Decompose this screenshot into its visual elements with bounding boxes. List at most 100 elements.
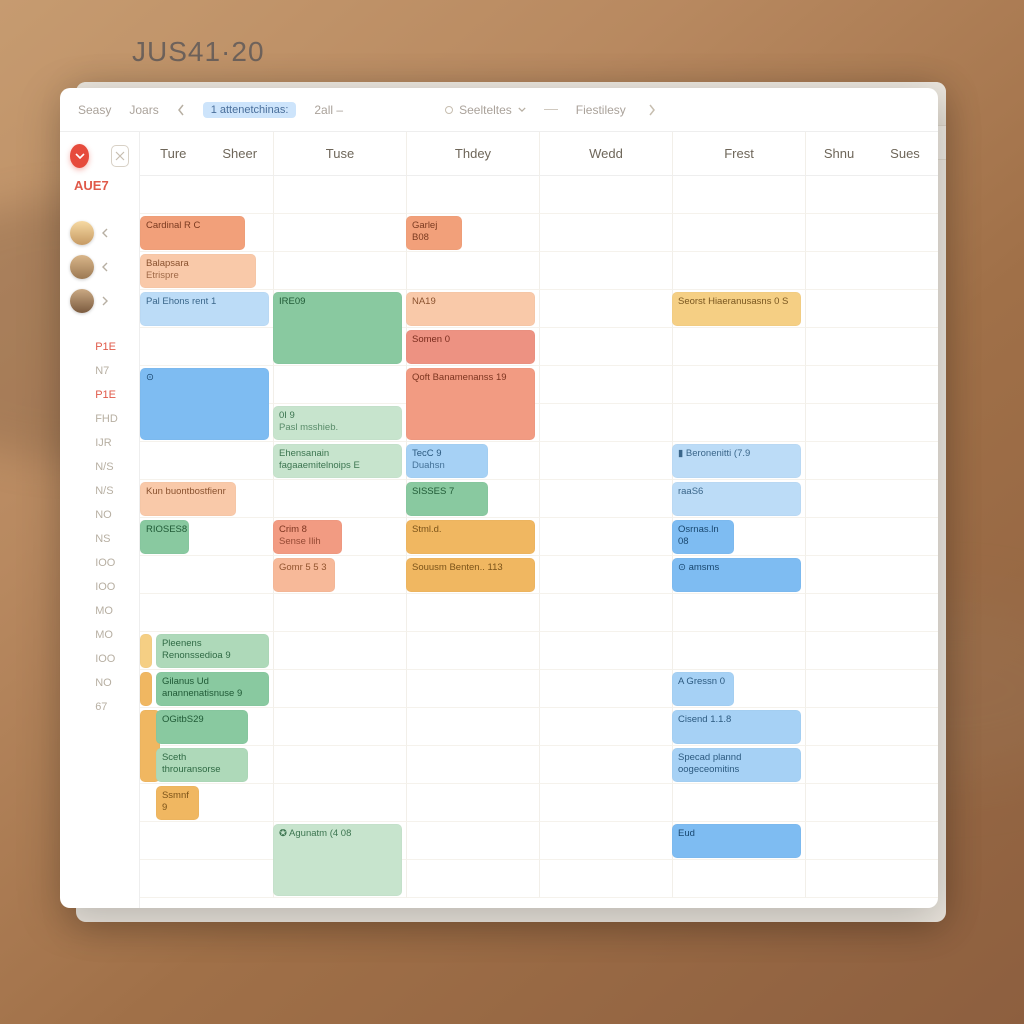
grid-cell[interactable] [805, 404, 938, 442]
grid-cell[interactable] [406, 822, 539, 860]
grid-cell[interactable] [672, 860, 805, 898]
calendar-event[interactable]: Gilanus Ud anannenatisnuse 9 [156, 672, 269, 706]
grid-cell[interactable] [672, 252, 805, 290]
grid-cell[interactable] [273, 708, 406, 746]
grid-cell[interactable] [805, 632, 938, 670]
calendar-event[interactable]: TecC 9Duahsn [406, 444, 488, 478]
grid-cell[interactable] [805, 290, 938, 328]
grid-cell[interactable] [406, 670, 539, 708]
grid-cell[interactable] [140, 860, 273, 898]
calendar-event[interactable]: Garlej B08 [406, 216, 462, 250]
calendar-event[interactable]: Osrnas.ln 08 [672, 520, 735, 554]
calendar-event[interactable]: raaS6 [672, 482, 801, 516]
grid-cell[interactable] [672, 176, 805, 214]
grid-cell[interactable] [539, 252, 672, 290]
grid-cell[interactable] [539, 176, 672, 214]
calendar-event[interactable]: SISSES 7 [406, 482, 488, 516]
tb-prev[interactable] [177, 104, 185, 116]
calendar-event[interactable]: Cisend 1.1.8 [672, 710, 801, 744]
calendar-event[interactable]: Gomr 5 5 3 [273, 558, 336, 592]
grid-cell[interactable] [273, 670, 406, 708]
grid-cell[interactable] [140, 556, 273, 594]
calendar-event[interactable]: ▮ Beronenitti (7.9 [672, 444, 801, 478]
grid-cell[interactable] [672, 366, 805, 404]
calendar-event[interactable]: 0I 9Pasl msshieb. [273, 406, 402, 440]
grid-cell[interactable] [539, 404, 672, 442]
grid-cell[interactable] [805, 176, 938, 214]
tb-seasy[interactable]: Seasy [78, 103, 111, 117]
grid-cell[interactable] [539, 366, 672, 404]
day-ture[interactable]: Ture [140, 146, 207, 161]
grid-cell[interactable] [672, 328, 805, 366]
calendar-event[interactable]: ✪ Agunatm (4 08 [273, 824, 402, 896]
grid-cell[interactable] [672, 594, 805, 632]
calendar-event[interactable]: ⊙ [140, 368, 269, 440]
grid-cell[interactable] [805, 214, 938, 252]
day-tuse[interactable]: Tuse [273, 132, 406, 175]
calendar-event[interactable]: Ssmnf 9 [156, 786, 199, 820]
grid-cell[interactable] [273, 594, 406, 632]
grid-cell[interactable] [539, 290, 672, 328]
grid-cell[interactable] [805, 252, 938, 290]
grid-cell[interactable] [406, 252, 539, 290]
grid-cell[interactable] [805, 784, 938, 822]
calendar-event[interactable]: NA19 [406, 292, 535, 326]
calendar-event[interactable]: Stml.d. [406, 520, 535, 554]
grid-cell[interactable] [539, 480, 672, 518]
calendar-event[interactable]: Crim 8Sense Ilih [273, 520, 342, 554]
day-wedd[interactable]: Wedd [539, 132, 672, 175]
calendar-event[interactable]: Somen 0 [406, 330, 535, 364]
grid-cell[interactable] [273, 632, 406, 670]
grid-cell[interactable] [273, 746, 406, 784]
current-indicator[interactable] [70, 144, 89, 168]
grid-cell[interactable] [672, 214, 805, 252]
calendar-event[interactable]: Seorst Hiaeranusasns 0 S [672, 292, 801, 326]
calendar-event[interactable]: A Gressn 0 [672, 672, 735, 706]
grid-cell[interactable] [539, 860, 672, 898]
tb-range-selected[interactable]: 1 attenetchinas: [203, 102, 297, 118]
grid-cell[interactable] [273, 480, 406, 518]
calendar-event[interactable]: Ehensanain fagaaemitelnoips E [273, 444, 402, 478]
grid-cell[interactable] [805, 328, 938, 366]
grid-cell[interactable] [406, 708, 539, 746]
grid-cell[interactable] [805, 518, 938, 556]
grid-cell[interactable] [539, 746, 672, 784]
calendar-event[interactable]: Qoft Banamenanss 19 [406, 368, 535, 440]
grid-cell[interactable] [539, 594, 672, 632]
grid-cell[interactable] [140, 442, 273, 480]
avatar[interactable] [70, 255, 94, 279]
grid-cell[interactable] [805, 670, 938, 708]
calendar-event[interactable]: Souusm Benten.. 113 [406, 558, 535, 592]
grid-cell[interactable] [805, 556, 938, 594]
grid-cell[interactable] [273, 366, 406, 404]
tb-next[interactable] [648, 104, 656, 116]
grid-cell[interactable] [805, 860, 938, 898]
grid-cell[interactable] [140, 328, 273, 366]
avatar[interactable] [70, 289, 94, 313]
grid-cell[interactable] [805, 746, 938, 784]
day-thdey[interactable]: Thdey [406, 132, 539, 175]
grid-cell[interactable] [539, 708, 672, 746]
grid-cell[interactable] [805, 822, 938, 860]
grid-cell[interactable] [273, 784, 406, 822]
day-sheer[interactable]: Sheer [207, 146, 274, 161]
chevron-left-icon[interactable] [102, 228, 108, 238]
grid-cell[interactable] [140, 822, 273, 860]
grid-cell[interactable] [273, 176, 406, 214]
grid-cell[interactable] [406, 632, 539, 670]
tb-filter[interactable]: 2all – [314, 103, 343, 117]
grid-cell[interactable] [406, 860, 539, 898]
close-button[interactable] [111, 145, 129, 167]
calendar-event[interactable]: BalapsaraEtrispre [140, 254, 256, 288]
day-sues[interactable]: Sues [872, 146, 938, 161]
grid-cell[interactable] [805, 708, 938, 746]
calendar-event[interactable]: ⊙ amsms [672, 558, 801, 592]
grid-cell[interactable] [539, 214, 672, 252]
grid-cell[interactable] [805, 366, 938, 404]
calendar-event[interactable]: RIOSES8 [140, 520, 189, 554]
calendar-event[interactable]: Kun buontbostfienr [140, 482, 236, 516]
grid-cell[interactable] [406, 746, 539, 784]
grid-cell[interactable] [805, 480, 938, 518]
grid-cell[interactable] [805, 594, 938, 632]
event-grid[interactable]: Cardinal R CBalapsaraEtrisprePal Ehons r… [140, 176, 938, 908]
